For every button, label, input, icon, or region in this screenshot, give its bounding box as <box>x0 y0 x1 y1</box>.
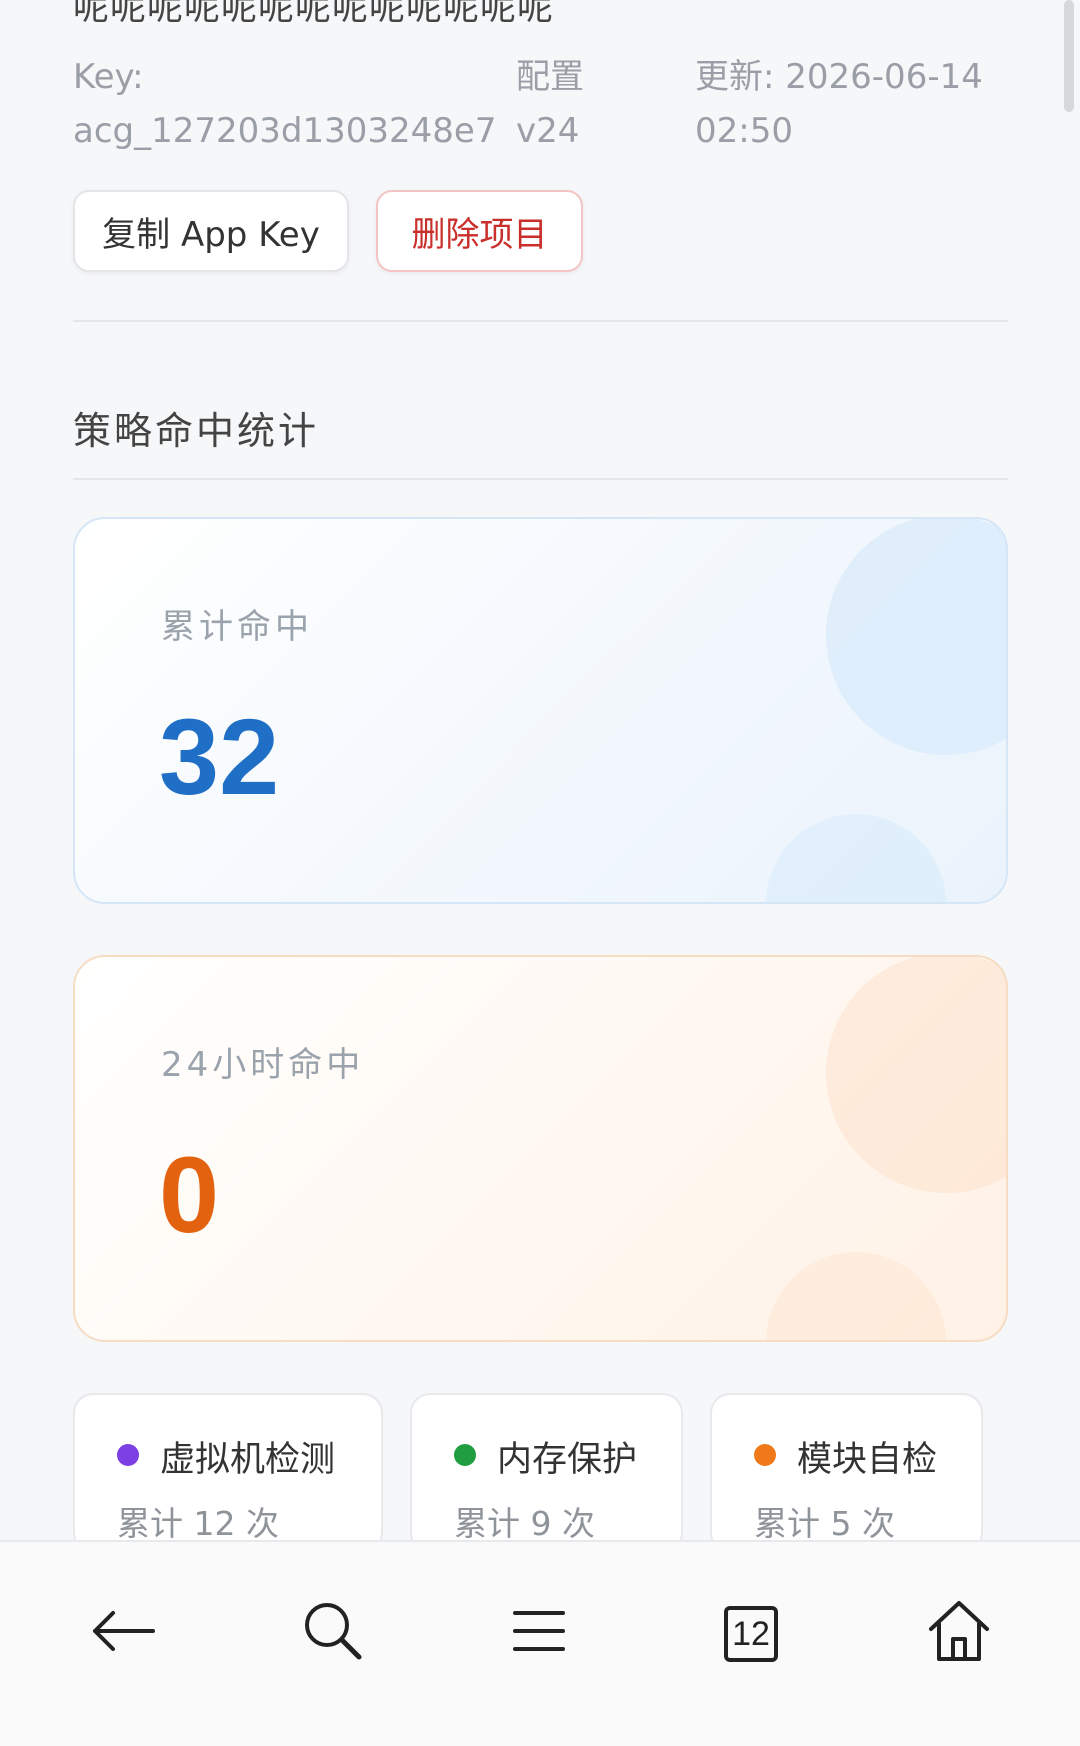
status-dot-icon <box>117 1444 139 1466</box>
app-key-info: Key: acg_127203d1303248e7 <box>73 50 496 158</box>
updated-date: 更新: 2026-06-14 <box>695 57 983 97</box>
project-meta: Key: acg_127203d1303248e7 配置 v24 更新: 202… <box>73 50 1013 151</box>
home-icon <box>929 1601 989 1661</box>
menu-icon <box>513 1611 565 1651</box>
recent-hits-label: 24小时命中 <box>161 1045 365 1085</box>
decorative-bubble <box>766 1252 946 1340</box>
status-dot-icon <box>754 1444 776 1466</box>
decorative-bubble <box>826 957 1006 1193</box>
config-info: 配置 v24 <box>516 50 584 158</box>
decorative-bubble <box>826 519 1006 755</box>
browser-bottom-nav: 12 <box>0 1540 1080 1746</box>
category-name: 内存保护 <box>497 1440 638 1480</box>
divider <box>73 478 1008 480</box>
scrollbar[interactable] <box>1064 0 1074 112</box>
config-version: v24 <box>516 111 580 151</box>
category-card-module-self-check[interactable]: 模块自检 累计 5 次 <box>710 1393 983 1553</box>
category-name: 虚拟机检测 <box>160 1440 336 1480</box>
category-card-vm-detection[interactable]: 虚拟机检测 累计 12 次 <box>73 1393 383 1553</box>
search-icon <box>305 1603 362 1660</box>
total-hits-card: 累计命中 32 <box>73 517 1008 904</box>
tab-count: 12 <box>724 1606 778 1662</box>
divider <box>73 320 1008 322</box>
section-title: 策略命中统计 <box>73 409 320 453</box>
tabs-button[interactable]: 12 <box>704 1586 794 1676</box>
category-card-memory-protection[interactable]: 内存保护 累计 9 次 <box>410 1393 683 1553</box>
status-dot-icon <box>454 1444 476 1466</box>
total-hits-label: 累计命中 <box>161 607 313 647</box>
copy-app-key-button[interactable]: 复制 App Key <box>73 190 349 272</box>
menu-button[interactable] <box>494 1586 584 1676</box>
category-count: 累计 5 次 <box>754 1504 895 1543</box>
app-key-label: Key: <box>73 57 144 97</box>
total-hits-value: 32 <box>159 696 280 817</box>
category-count: 累计 12 次 <box>117 1504 279 1543</box>
back-arrow-icon <box>93 1611 155 1651</box>
back-button[interactable] <box>78 1586 168 1676</box>
recent-hits-value: 0 <box>159 1134 220 1255</box>
search-button[interactable] <box>288 1586 378 1676</box>
decorative-bubble <box>766 814 946 902</box>
project-title: 呢呢呢呢呢呢呢呢呢呢呢呢呢 <box>73 0 555 28</box>
project-detail-page: 呢呢呢呢呢呢呢呢呢呢呢呢呢 Key: acg_127203d1303248e7 … <box>0 0 1080 1746</box>
category-name: 模块自检 <box>797 1440 938 1480</box>
updated-time: 02:50 <box>695 111 793 151</box>
app-key-value: acg_127203d1303248e7 <box>73 111 497 151</box>
home-button[interactable] <box>914 1586 1004 1676</box>
category-count: 累计 9 次 <box>454 1504 595 1543</box>
updated-info: 更新: 2026-06-14 02:50 <box>695 50 983 158</box>
recent-hits-card: 24小时命中 0 <box>73 955 1008 1342</box>
delete-project-button[interactable]: 删除项目 <box>376 190 583 272</box>
config-label: 配置 <box>516 57 584 97</box>
